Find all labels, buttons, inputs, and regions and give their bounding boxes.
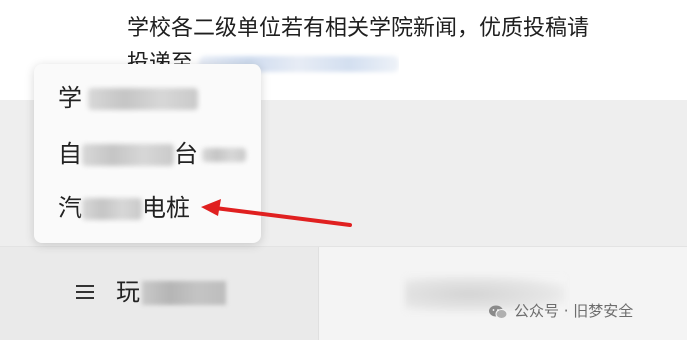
- watermark: 公众号 · 旧梦安全: [488, 300, 633, 322]
- popup-menu-item-1[interactable]: 学: [58, 82, 198, 114]
- bottom-menu-left-label: 玩: [116, 277, 226, 307]
- redacted-text: [202, 148, 246, 162]
- popup-menu-item-3[interactable]: 汽 电桩: [58, 192, 190, 224]
- hamburger-icon: [76, 285, 94, 299]
- red-arrow-annotation: [201, 199, 352, 227]
- article-paragraph-line1: 学校各二级单位若有相关学院新闻，优质投稿请: [127, 16, 590, 41]
- redacted-text: [82, 144, 174, 166]
- bottom-menu-left-label-text: 玩: [116, 278, 140, 306]
- watermark-text: 公众号 · 旧梦安全: [514, 302, 634, 320]
- popup-item-2-text-start: 自: [58, 140, 82, 168]
- popup-menu-item-2[interactable]: 自台: [58, 138, 246, 170]
- redacted-text: [82, 198, 142, 220]
- bottom-menu-item-left[interactable]: 玩: [0, 247, 318, 340]
- wechat-icon: [489, 305, 508, 319]
- popup-item-3-text-end: 电桩: [142, 194, 190, 222]
- bottom-menu-bar: 玩: [0, 246, 687, 340]
- redacted-text: [88, 88, 198, 110]
- popup-item-3-text-start: 汽: [58, 194, 82, 222]
- redacted-label: [142, 281, 226, 305]
- popup-item-1-text: 学: [58, 84, 82, 112]
- popup-item-2-text-end: 台: [174, 140, 198, 168]
